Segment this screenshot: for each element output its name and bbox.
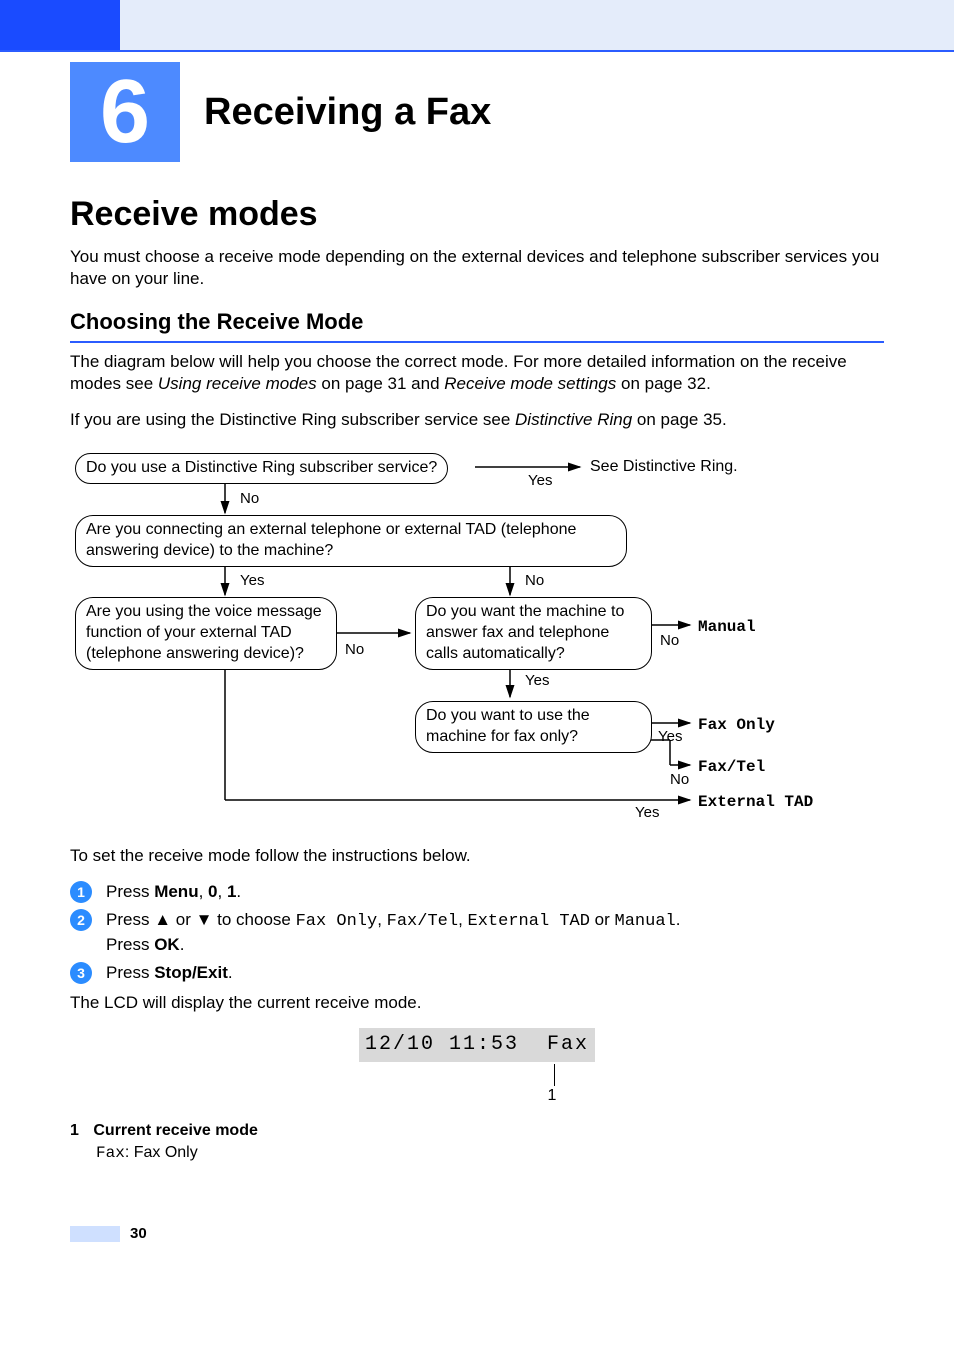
flow-q2: Are you connecting an external telephone… <box>75 515 627 567</box>
chapter-heading: 6 Receiving a Fax <box>70 62 884 162</box>
flow-no-3: No <box>345 640 364 660</box>
option-manual: Manual <box>615 912 676 931</box>
text: Press <box>106 882 154 901</box>
text: to choose <box>212 910 295 929</box>
flow-yes-1: Yes <box>528 471 552 491</box>
flow-result-distinctive: See Distinctive Ring. <box>590 457 738 478</box>
instructions-intro: To set the receive mode follow the instr… <box>70 845 884 867</box>
flow-q4: Do you want the machine to answer fax an… <box>415 597 652 669</box>
after-steps: The LCD will display the current receive… <box>70 992 884 1014</box>
text: , <box>458 910 467 929</box>
key-stop-exit: Stop/Exit <box>154 963 228 982</box>
page-footer: 30 <box>70 1224 884 1244</box>
lcd-display: 12/10 11:53 Fax <box>359 1028 595 1062</box>
text: If you are using the Distinctive Ring su… <box>70 410 515 429</box>
page-number: 30 <box>130 1224 147 1244</box>
text: Press <box>106 935 154 954</box>
text: . <box>228 963 233 982</box>
text: . <box>236 882 241 901</box>
text: , <box>199 882 208 901</box>
link-distinctive-ring[interactable]: Distinctive Ring <box>515 410 632 429</box>
flow-q5: Do you want to use the machine for fax o… <box>415 701 652 753</box>
key-menu: Menu <box>154 882 198 901</box>
key-1: 1 <box>227 882 236 901</box>
text: , <box>377 910 386 929</box>
subsection-title: Choosing the Receive Mode <box>70 308 884 343</box>
legend-title: Current receive mode <box>93 1122 258 1139</box>
subsection-p2: If you are using the Distinctive Ring su… <box>70 409 884 431</box>
link-using-receive-modes[interactable]: Using receive modes <box>158 374 317 393</box>
text: on page 31 and <box>321 374 444 393</box>
steps-list: 1 Press Menu, 0, 1. 2 Press ▲ or ▼ to ch… <box>70 881 884 983</box>
header-tab <box>0 0 120 50</box>
step-3: 3 Press Stop/Exit. <box>70 962 884 984</box>
flow-no-2: No <box>525 571 544 591</box>
option-fax-tel: Fax/Tel <box>387 912 458 931</box>
flow-yes-3: Yes <box>635 803 659 823</box>
footer-bar <box>70 1226 120 1242</box>
step-1: 1 Press Menu, 0, 1. <box>70 881 884 903</box>
flow-result-faxonly: Fax Only <box>698 715 775 736</box>
text: , <box>218 882 227 901</box>
flow-no-4: No <box>660 631 679 651</box>
subsection-p1: The diagram below will help you choose t… <box>70 351 884 395</box>
text: on page 32. <box>621 374 711 393</box>
text: on page 35. <box>637 410 727 429</box>
flow-result-faxtel: Fax/Tel <box>698 757 765 778</box>
lcd-display-wrap: 12/10 11:53 Fax 1 <box>70 1028 884 1107</box>
option-fax-only: Fax Only <box>296 912 378 931</box>
content-area: Receive modes You must choose a receive … <box>70 192 884 1244</box>
section-title: Receive modes <box>70 192 884 236</box>
step-1-text: Press Menu, 0, 1. <box>106 881 884 903</box>
key-0: 0 <box>208 882 217 901</box>
legend-number: 1 <box>70 1122 79 1139</box>
text: . <box>676 910 681 929</box>
flow-q3: Are you using the voice message function… <box>75 597 337 669</box>
step-number-icon: 2 <box>70 909 92 931</box>
page-header-bar <box>0 0 954 50</box>
text: or <box>171 910 196 929</box>
step-2-text: Press ▲ or ▼ to choose Fax Only, Fax/Tel… <box>106 909 884 955</box>
lcd-callout-line <box>554 1064 555 1086</box>
chapter-title: Receiving a Fax <box>204 91 491 134</box>
option-external-tad: External TAD <box>468 912 590 931</box>
text: Press <box>106 963 154 982</box>
flow-no-1: No <box>240 489 259 509</box>
key-ok: OK <box>154 935 180 954</box>
step-number-icon: 3 <box>70 962 92 984</box>
step-2: 2 Press ▲ or ▼ to choose Fax Only, Fax/T… <box>70 909 884 955</box>
legend-desc: Fax: Fax Only <box>96 1143 884 1164</box>
flow-q1: Do you use a Distinctive Ring subscriber… <box>75 453 448 484</box>
text: . <box>180 935 185 954</box>
arrow-up-icon: ▲ <box>154 910 171 929</box>
text: Press <box>106 910 154 929</box>
legend-code: Fax <box>96 1144 125 1162</box>
step-number-icon: 1 <box>70 881 92 903</box>
flow-yes-2: Yes <box>240 571 264 591</box>
link-receive-mode-settings[interactable]: Receive mode settings <box>444 374 616 393</box>
flow-yes-5: Yes <box>658 727 682 747</box>
header-rule <box>0 50 954 52</box>
flow-result-manual: Manual <box>698 617 756 638</box>
receive-mode-flowchart: Do you use a Distinctive Ring subscriber… <box>70 445 884 835</box>
flow-yes-4: Yes <box>525 671 549 691</box>
chapter-number: 6 <box>70 62 180 162</box>
flow-result-exttad: External TAD <box>698 792 813 813</box>
section-intro: You must choose a receive mode depending… <box>70 246 884 290</box>
text: or <box>590 910 615 929</box>
flow-no-5: No <box>670 770 689 790</box>
lcd-callout-number: 1 <box>548 1086 557 1107</box>
step-3-text: Press Stop/Exit. <box>106 962 884 984</box>
legend-desc-text: : Fax Only <box>125 1144 198 1161</box>
legend: 1 Current receive mode Fax: Fax Only <box>70 1121 884 1165</box>
arrow-down-icon: ▼ <box>196 910 213 929</box>
